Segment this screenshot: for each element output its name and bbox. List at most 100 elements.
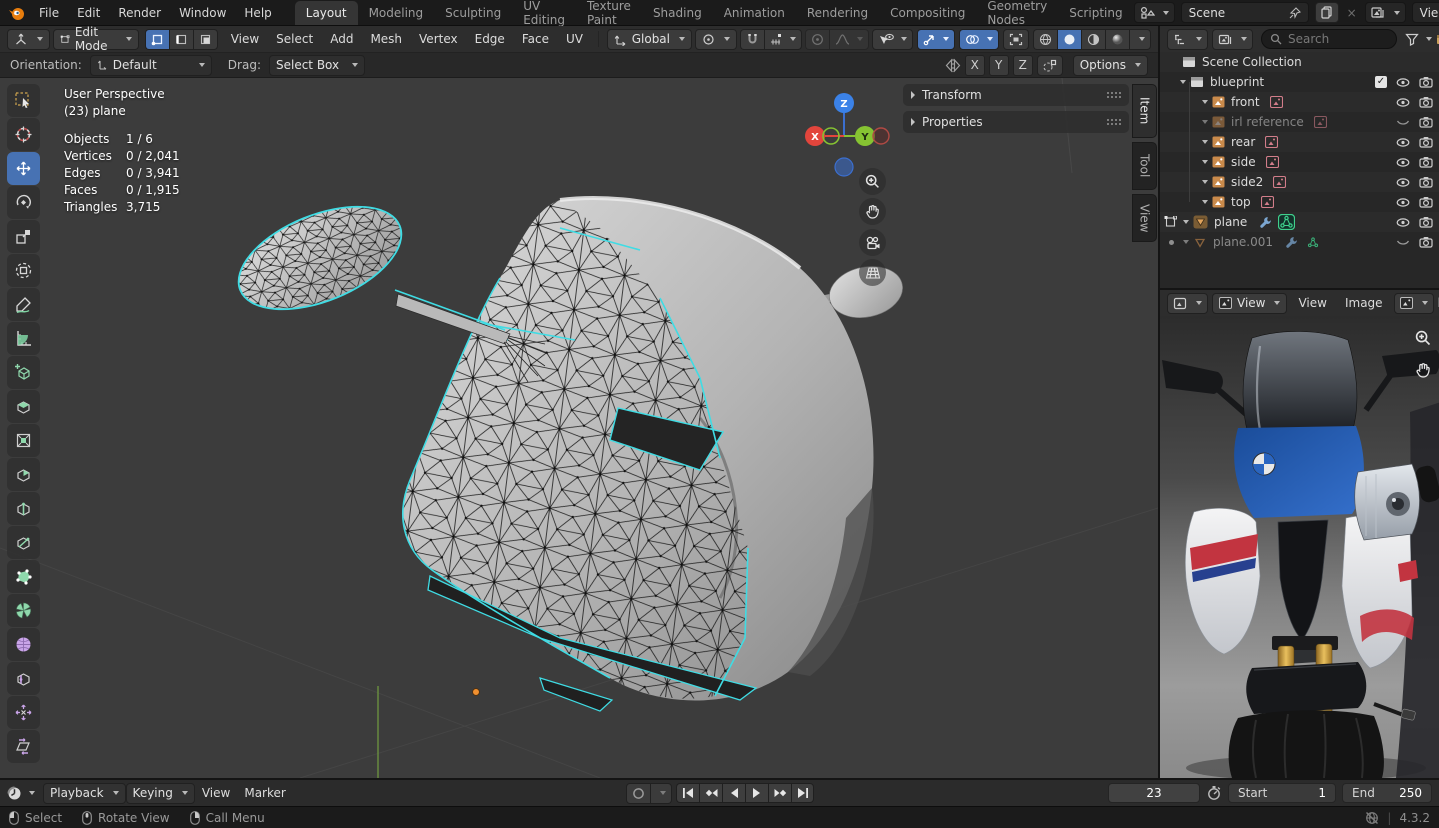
scene-name-field[interactable]: Scene: [1180, 2, 1309, 23]
tool-add-cube[interactable]: [7, 356, 40, 389]
menu-uv[interactable]: UV: [559, 28, 590, 50]
jump-to-start-button[interactable]: [676, 783, 699, 803]
render-camera-icon[interactable]: [1419, 116, 1433, 128]
new-scene-button[interactable]: [1314, 2, 1339, 23]
select-mode-vertex-button[interactable]: [144, 28, 169, 50]
options-dropdown[interactable]: Options: [1072, 54, 1148, 76]
tab-sculpting[interactable]: Sculpting: [434, 1, 512, 25]
outliner-row-front[interactable]: front: [1160, 92, 1439, 112]
render-camera-icon[interactable]: [1419, 156, 1433, 168]
outliner-row-blueprint[interactable]: blueprint ✓: [1160, 72, 1439, 92]
panel-drag-handle[interactable]: [1106, 91, 1121, 99]
tab-modeling[interactable]: Modeling: [358, 1, 435, 25]
outliner-display-mode-button[interactable]: [1212, 28, 1253, 50]
jump-to-end-button[interactable]: [791, 783, 814, 803]
blender-logo-icon[interactable]: [8, 5, 26, 21]
outliner-row-plane-001[interactable]: plane.001: [1160, 232, 1439, 252]
menu-add[interactable]: Add: [323, 28, 360, 50]
pin-icon[interactable]: [1289, 6, 1301, 19]
shading-wireframe-button[interactable]: [1033, 28, 1057, 50]
filter-dropdown[interactable]: [1405, 33, 1432, 46]
menu-edge[interactable]: Edge: [468, 28, 512, 50]
reference-image-view[interactable]: [1160, 316, 1439, 778]
shading-solid-button[interactable]: [1057, 28, 1081, 50]
select-mode-edge-button[interactable]: [168, 28, 193, 50]
jump-prev-keyframe-button[interactable]: [699, 783, 722, 803]
render-camera-icon[interactable]: [1419, 176, 1433, 188]
shading-material-button[interactable]: [1081, 28, 1105, 50]
npanel-tab-view[interactable]: View: [1132, 194, 1157, 242]
timeline-menu-view[interactable]: View: [195, 782, 237, 804]
snap-toggle-button[interactable]: [740, 28, 764, 50]
outliner-row-plane[interactable]: plane: [1160, 212, 1439, 232]
outliner-editor-type-button[interactable]: [1167, 28, 1208, 50]
menu-select[interactable]: Select: [269, 28, 320, 50]
hide-eye-icon[interactable]: [1396, 137, 1410, 148]
timeline-editor-type-button[interactable]: [7, 786, 35, 801]
properties-panel-header[interactable]: Properties: [903, 111, 1129, 133]
drag-select[interactable]: Select Box: [268, 54, 365, 76]
menu-mesh[interactable]: Mesh: [363, 28, 409, 50]
npanel-tab-tool[interactable]: Tool: [1132, 142, 1157, 190]
tab-animation[interactable]: Animation: [713, 1, 796, 25]
render-camera-icon[interactable]: [1419, 216, 1433, 228]
outliner-row-scene-collection[interactable]: Scene Collection: [1160, 52, 1439, 72]
viewport-canvas[interactable]: User Perspective (23) plane Objects 1 / 6…: [0, 78, 1158, 778]
tool-bevel[interactable]: [7, 458, 40, 491]
render-camera-icon[interactable]: [1419, 236, 1433, 248]
shading-dropdown[interactable]: [1129, 28, 1151, 50]
modifier-wrench-icon[interactable]: [1259, 216, 1272, 229]
hide-eye-closed-icon[interactable]: [1396, 237, 1410, 248]
menu-file[interactable]: File: [30, 2, 68, 24]
menu-help[interactable]: Help: [235, 2, 280, 24]
tool-edge-slide[interactable]: [7, 662, 40, 695]
tool-scale[interactable]: [7, 220, 40, 253]
render-camera-icon[interactable]: [1419, 196, 1433, 208]
mirror-y-button[interactable]: Y: [988, 54, 1009, 76]
frame-start-field[interactable]: Start 1: [1228, 783, 1336, 803]
keying-dropdown[interactable]: Keying: [125, 782, 195, 804]
play-reverse-button[interactable]: [722, 783, 745, 803]
panel-drag-handle[interactable]: [1106, 118, 1121, 126]
outliner-row-side[interactable]: side: [1160, 152, 1439, 172]
menu-view[interactable]: View: [224, 28, 266, 50]
tab-shading[interactable]: Shading: [642, 1, 713, 25]
tool-select-box[interactable]: [7, 84, 40, 117]
tool-inset-faces[interactable]: [7, 424, 40, 457]
tool-poly-build[interactable]: [7, 560, 40, 593]
tool-annotate[interactable]: [7, 288, 40, 321]
render-camera-icon[interactable]: [1419, 76, 1433, 88]
tab-layout[interactable]: Layout: [294, 0, 358, 25]
search-input[interactable]: [1288, 32, 1388, 46]
image-menu-image[interactable]: Image: [1338, 292, 1390, 314]
outliner-row-rear[interactable]: rear: [1160, 132, 1439, 152]
tool-move[interactable]: [7, 152, 40, 185]
hide-eye-icon[interactable]: [1396, 217, 1410, 228]
transform-panel-header[interactable]: Transform: [903, 84, 1129, 106]
tool-shrink-fatten[interactable]: [7, 696, 40, 729]
render-camera-icon[interactable]: [1419, 136, 1433, 148]
tab-rendering[interactable]: Rendering: [796, 1, 879, 25]
perspective-toggle-button[interactable]: [859, 259, 886, 286]
use-preview-range-icon[interactable]: [1206, 785, 1222, 801]
proportional-falloff-dropdown[interactable]: [829, 28, 869, 50]
modifier-wrench-icon[interactable]: [1285, 236, 1298, 249]
outliner-row-top[interactable]: top: [1160, 192, 1439, 212]
hide-eye-icon[interactable]: [1396, 177, 1410, 188]
outliner-row-side2[interactable]: side2: [1160, 172, 1439, 192]
unlink-scene-button[interactable]: ×: [1345, 6, 1359, 20]
image-menu-view[interactable]: View: [1291, 292, 1333, 314]
mode-dropdown[interactable]: Edit Mode: [53, 25, 139, 53]
auto-keying-toggle[interactable]: [626, 782, 651, 804]
mirror-z-button[interactable]: Z: [1012, 54, 1033, 76]
snap-base-button[interactable]: [1036, 54, 1063, 76]
object-visibility-dropdown[interactable]: [872, 28, 913, 50]
tool-smooth[interactable]: [7, 628, 40, 661]
tab-compositing[interactable]: Compositing: [879, 1, 976, 25]
image-editor-type-button[interactable]: [1167, 292, 1208, 314]
hide-eye-icon[interactable]: [1396, 157, 1410, 168]
frame-end-field[interactable]: End 250: [1342, 783, 1432, 803]
tool-rotate[interactable]: [7, 186, 40, 219]
menu-window[interactable]: Window: [170, 2, 235, 24]
outliner-search[interactable]: [1261, 29, 1397, 49]
